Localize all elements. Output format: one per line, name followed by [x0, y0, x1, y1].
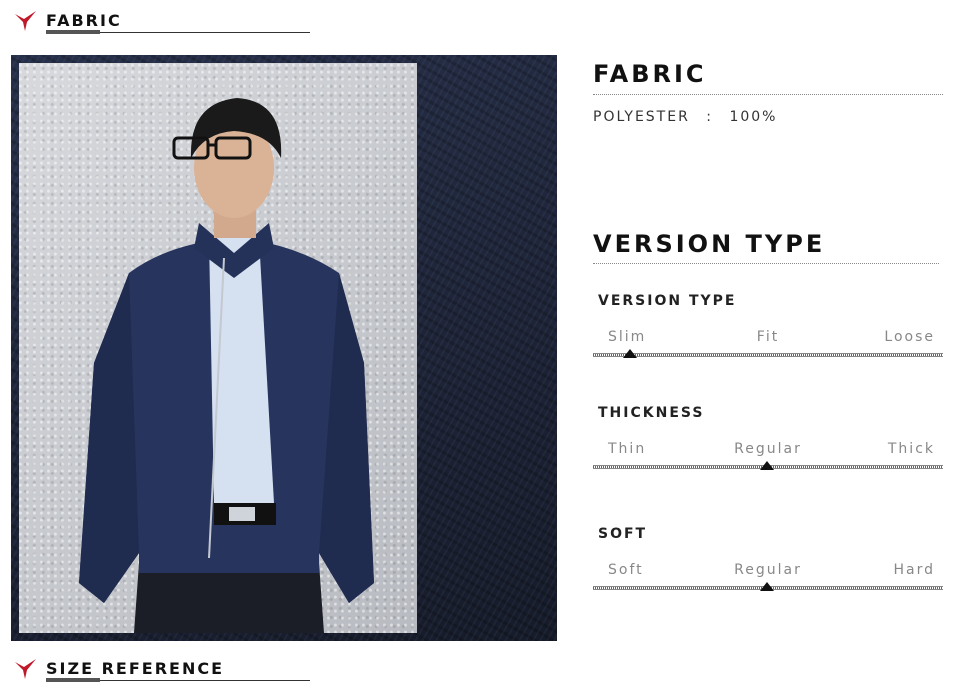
scale-option: Slim — [608, 329, 647, 345]
model-photo — [19, 63, 417, 633]
brand-swoosh-icon — [15, 659, 36, 679]
scale-option: Hard — [893, 562, 935, 578]
scale-option: Thin — [608, 441, 647, 457]
fabric-percent: 100% — [729, 109, 778, 125]
product-photo-panel — [11, 55, 557, 641]
divider-accent — [46, 678, 100, 682]
size-reference-section-header: SIZE REFERENCE — [14, 658, 314, 682]
scale-option: Thick — [887, 441, 935, 457]
scale-marker-icon — [760, 582, 774, 591]
scale-marker-icon — [623, 349, 637, 358]
scale-label: SOFT — [598, 526, 648, 542]
scale-label: VERSION TYPE — [598, 293, 737, 309]
fabric-separator: : — [706, 109, 713, 125]
model-illustration — [79, 98, 374, 633]
fabric-section-header: FABRIC — [14, 10, 314, 34]
scale-marker-icon — [760, 461, 774, 470]
divider — [593, 263, 939, 264]
scale-option: Regular — [734, 441, 802, 457]
section-title: FABRIC — [46, 11, 122, 30]
scale-option: Loose — [884, 329, 935, 345]
fabric-composition: POLYESTER : 100% — [593, 109, 943, 125]
fabric-material: POLYESTER — [593, 109, 690, 125]
divider-accent — [46, 30, 100, 34]
scale-option: Regular — [734, 562, 802, 578]
fabric-heading: FABRIC — [593, 60, 707, 88]
scale-option: Fit — [756, 329, 780, 345]
brand-swoosh-icon — [15, 11, 36, 31]
divider — [593, 94, 943, 95]
version-heading: VERSION TYPE — [593, 230, 826, 258]
scale-label: THICKNESS — [598, 405, 705, 421]
section-title: SIZE REFERENCE — [46, 659, 224, 678]
scale-track — [593, 353, 943, 357]
scale-option: Soft — [608, 562, 644, 578]
product-specs: FABRIC POLYESTER : 100% VERSION TYPE VER… — [593, 60, 943, 591]
